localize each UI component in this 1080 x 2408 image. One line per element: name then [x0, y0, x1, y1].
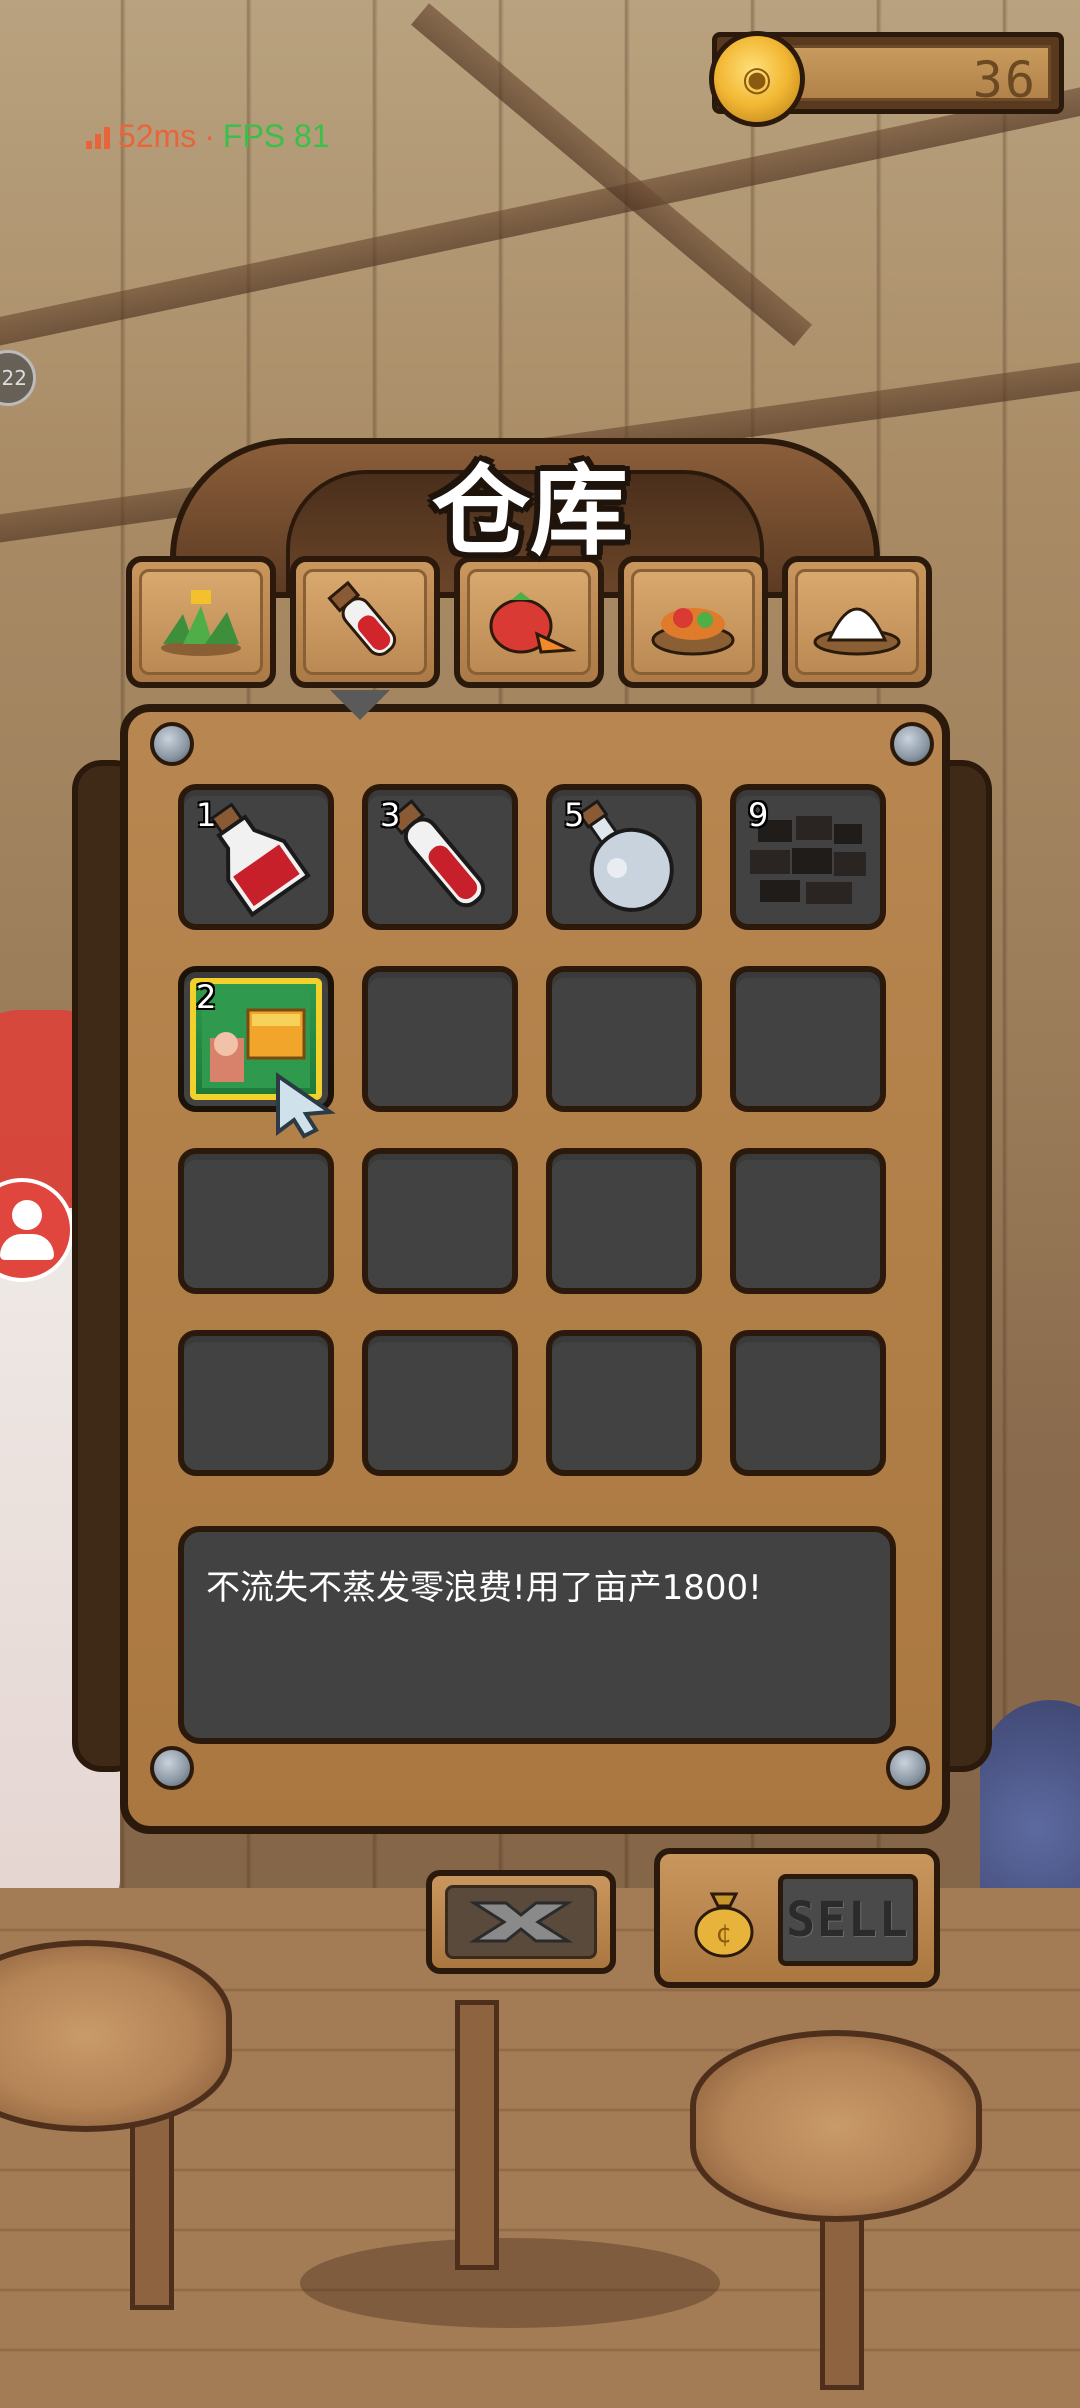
tab-vegetables[interactable]	[454, 556, 604, 688]
latency-text: 52ms	[118, 118, 197, 154]
network-stats: 52ms · FPS 81	[86, 118, 330, 155]
rivet	[150, 1746, 194, 1790]
item-quantity: 3	[380, 796, 401, 834]
table-shadow	[300, 2238, 720, 2328]
tab-herbs[interactable]	[126, 556, 276, 688]
inventory-slot[interactable]: 9	[730, 784, 886, 930]
selected-tab-indicator	[330, 690, 390, 720]
herb-icon	[161, 590, 241, 656]
rivet	[886, 1746, 930, 1790]
inventory-slot-empty[interactable]	[730, 966, 886, 1112]
stool-right	[690, 2030, 982, 2222]
coin-count: 36	[972, 51, 1037, 109]
tab-dishes[interactable]	[618, 556, 768, 688]
signal-icon	[86, 125, 110, 149]
vegetables-icon	[489, 592, 577, 654]
money-bag-icon: ¢	[694, 1892, 754, 1958]
panel-title: 仓库	[431, 455, 628, 569]
svg-text:¢: ¢	[716, 1919, 733, 1949]
inventory-slot-empty[interactable]	[362, 1330, 518, 1476]
inventory-slot-empty[interactable]	[546, 1148, 702, 1294]
inventory-slot-empty[interactable]	[730, 1330, 886, 1476]
item-quantity: 1	[196, 796, 217, 834]
item-quantity: 2	[196, 978, 217, 1016]
category-tabs	[126, 556, 932, 692]
item-quantity: 5	[564, 796, 585, 834]
inventory-slot[interactable]: 3	[362, 784, 518, 930]
food-basket-icon	[651, 608, 735, 656]
tab-staples[interactable]	[782, 556, 932, 688]
fps-text: FPS 81	[222, 118, 330, 154]
item-description: 不流失不蒸发零浪费!用了亩产1800!	[178, 1526, 896, 1744]
sell-panel: ¢ SELL	[654, 1848, 940, 1988]
close-icon	[468, 1901, 574, 1943]
potion-tube-icon	[327, 580, 397, 656]
tab-potions[interactable]	[290, 556, 440, 688]
user-icon	[12, 1200, 42, 1230]
rivet	[890, 722, 934, 766]
game-scene: ◉ 36 52ms · FPS 81 22 仓库 1 3 5 9 2 不流失不蒸…	[0, 0, 1080, 2408]
coin-counter: ◉ 36	[709, 31, 1064, 127]
item-quantity: 9	[748, 796, 769, 834]
inventory-slot-empty[interactable]	[362, 1148, 518, 1294]
rice-bowl-icon	[813, 607, 901, 656]
inventory-slot[interactable]: 5	[546, 784, 702, 930]
inventory-slot-empty[interactable]	[546, 966, 702, 1112]
inventory-slot-empty[interactable]	[178, 1330, 334, 1476]
stool-leg	[130, 2100, 174, 2310]
inventory-slot[interactable]: 1	[178, 784, 334, 930]
coin-icon: ◉	[709, 31, 805, 127]
stool-left	[0, 1940, 232, 2132]
inventory-slot-empty[interactable]	[362, 966, 518, 1112]
inventory-slot-empty[interactable]	[730, 1148, 886, 1294]
pointer-cursor-icon	[276, 1072, 336, 1139]
table-leg	[455, 2000, 499, 2270]
inventory-slot-empty[interactable]	[546, 1330, 702, 1476]
sell-button[interactable]: SELL	[778, 1874, 918, 1966]
close-button[interactable]	[426, 1870, 616, 1974]
inventory-slot-empty[interactable]	[178, 1148, 334, 1294]
rivet	[150, 722, 194, 766]
stats-separator: ·	[204, 118, 215, 154]
side-avatar-badge[interactable]: 22	[0, 350, 36, 406]
